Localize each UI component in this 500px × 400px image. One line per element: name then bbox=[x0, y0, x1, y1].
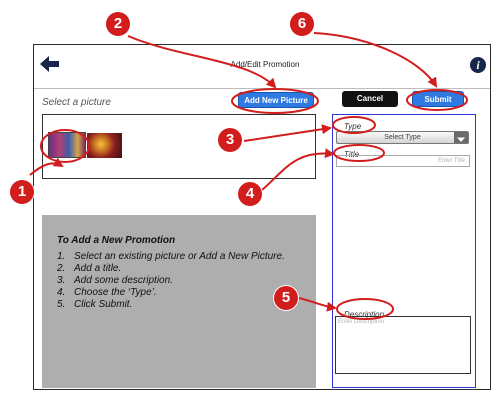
instruction-step: 4. Choose the ‘Type’. bbox=[57, 287, 306, 299]
info-icon[interactable]: i bbox=[470, 57, 486, 73]
picture-thumbnail[interactable] bbox=[48, 132, 86, 158]
cancel-button[interactable]: Cancel bbox=[342, 91, 398, 107]
step-text: Add some description. bbox=[74, 275, 173, 286]
chevron-down-icon[interactable] bbox=[454, 132, 468, 143]
type-select-value: Select Type bbox=[384, 134, 421, 141]
step-number: 4. bbox=[57, 287, 66, 298]
submit-button[interactable]: Submit bbox=[412, 91, 464, 107]
callout-badge: 3 bbox=[218, 128, 242, 152]
instruction-step: 5. Click Submit. bbox=[57, 299, 306, 311]
description-input[interactable]: Enter Description bbox=[335, 316, 471, 374]
step-number: 2. bbox=[57, 263, 66, 274]
instruction-step: 3. Add some description. bbox=[57, 275, 306, 287]
type-label: Type bbox=[344, 122, 362, 131]
title-input[interactable]: Enter Title bbox=[336, 155, 470, 167]
step-number: 1. bbox=[57, 251, 66, 262]
step-number: 5. bbox=[57, 299, 66, 310]
picture-thumbnail[interactable] bbox=[87, 133, 122, 158]
add-new-picture-button[interactable]: Add New Picture bbox=[238, 92, 314, 108]
callout-badge: 2 bbox=[106, 12, 130, 36]
step-text: Add a title. bbox=[74, 263, 122, 274]
back-arrow-icon[interactable] bbox=[40, 56, 59, 72]
instructions-heading: To Add a New Promotion bbox=[57, 235, 176, 246]
type-select[interactable]: Select Type bbox=[336, 131, 469, 144]
instructions-list: 1. Select an existing picture or Add a Ne… bbox=[57, 251, 306, 311]
step-text: Select an existing picture or Add a New … bbox=[74, 251, 285, 262]
instruction-step: 2. Add a title. bbox=[57, 263, 306, 275]
step-number: 3. bbox=[57, 275, 66, 286]
callout-badge: 6 bbox=[290, 12, 314, 36]
callout-badge: 1 bbox=[10, 180, 34, 204]
select-picture-label: Select a picture bbox=[42, 97, 111, 108]
page-title: Add/Edit Promotion bbox=[230, 60, 300, 69]
step-text: Choose the ‘Type’. bbox=[74, 287, 157, 298]
callout-badge: 5 bbox=[274, 286, 298, 310]
callout-badge: 4 bbox=[238, 182, 262, 206]
step-text: Click Submit. bbox=[74, 299, 133, 310]
instruction-step: 1. Select an existing picture or Add a Ne… bbox=[57, 251, 306, 263]
